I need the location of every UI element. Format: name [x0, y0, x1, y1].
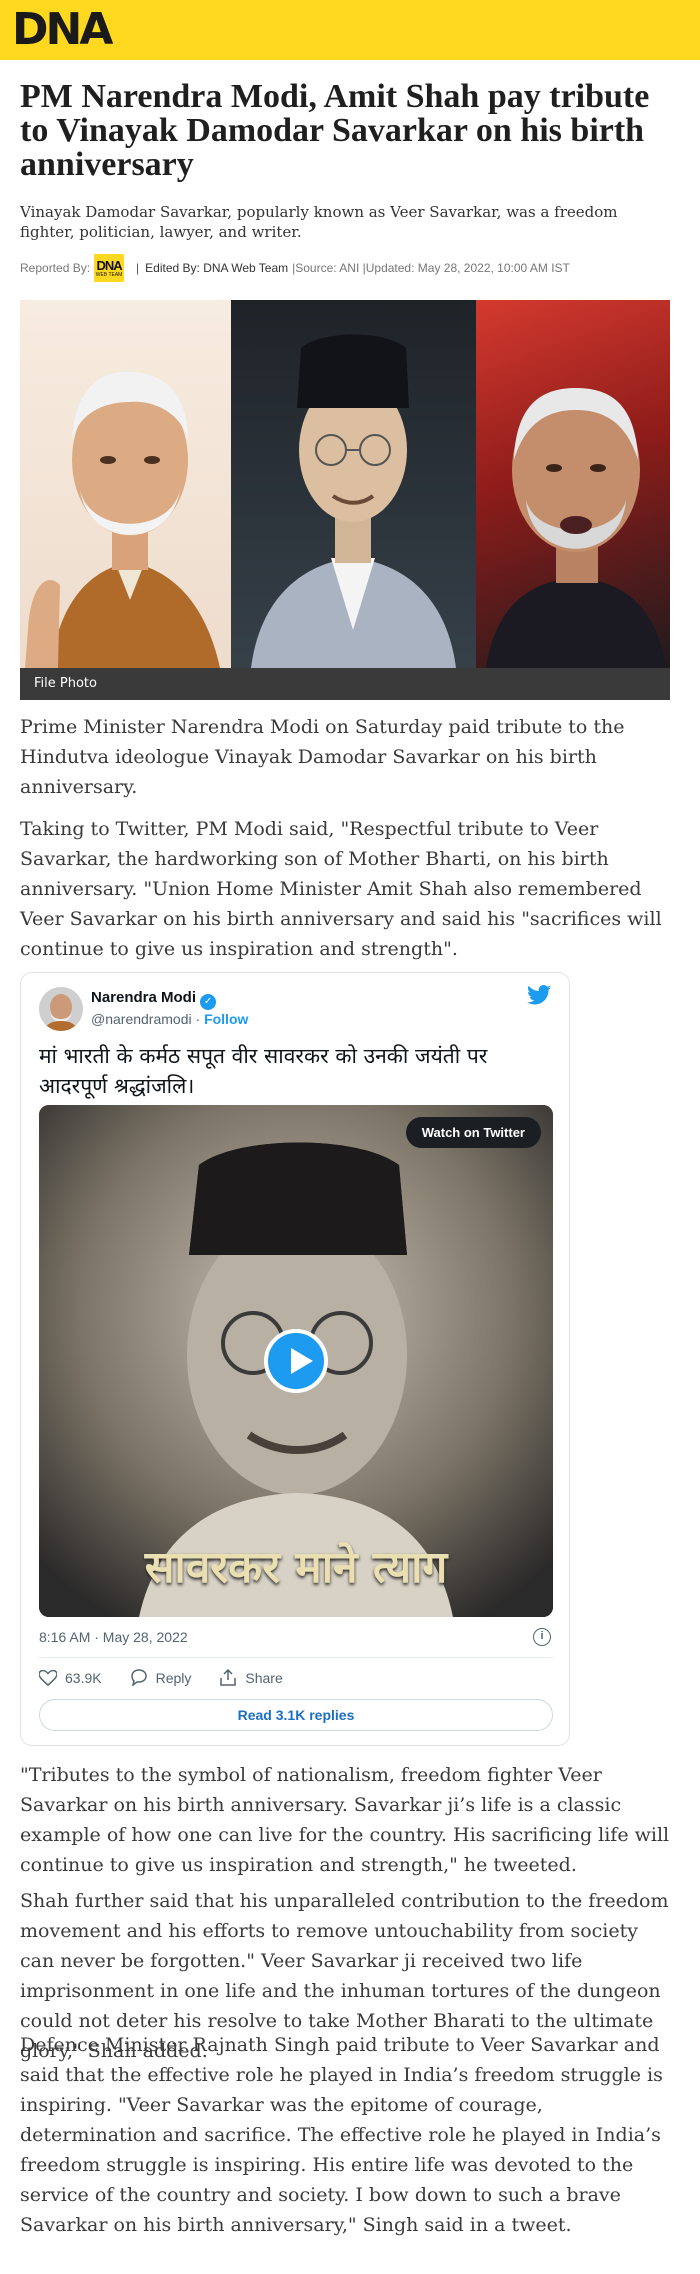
tweet-divider: [39, 1657, 553, 1658]
hero-portrait-right: [476, 300, 670, 668]
edited-by: Edited By: DNA Web Team: [145, 261, 289, 275]
article-headline: PM Narendra Modi, Amit Shah pay tribute …: [20, 78, 650, 183]
play-icon[interactable]: [264, 1329, 328, 1393]
heart-icon: [39, 1669, 57, 1686]
dna-logo[interactable]: DNA: [12, 6, 113, 54]
follow-button[interactable]: Follow: [204, 1011, 248, 1027]
hero-caption: File Photo: [20, 668, 670, 700]
embedded-tweet: Narendra Modi ✓ @narendramodi · Follow मा…: [20, 972, 570, 1746]
share-button[interactable]: Share: [219, 1669, 283, 1686]
tweet-text: मां भारती के कर्मठ सपूत वीर सावरकर को उन…: [39, 1044, 488, 1098]
site-header: DNA: [0, 0, 700, 60]
tweet-dot: ·: [195, 1011, 201, 1027]
reply-icon: [130, 1669, 147, 1686]
article-paragraph: Defence Minister Rajnath Singh paid trib…: [20, 2034, 663, 2236]
author-badge[interactable]: DNA WEB TEAM: [94, 254, 125, 282]
article-paragraph: Prime Minister Narendra Modi on Saturday…: [20, 716, 625, 798]
article-meta: Reported By: DNA WEB TEAM | Edited By: D…: [20, 254, 670, 282]
author-badge-sub: WEB TEAM: [95, 271, 123, 278]
article-paragraph: "Tributes to the symbol of nationalism, …: [20, 1764, 670, 1876]
tweet-author-name[interactable]: Narendra Modi ✓: [91, 989, 217, 1010]
source-updated: |Source: ANI |Updated: May 28, 2022, 10:…: [292, 261, 570, 275]
tweet-timestamp[interactable]: 8:16 AM · May 28, 2022: [39, 1629, 188, 1645]
verified-badge-icon: ✓: [200, 994, 217, 1010]
read-replies-button[interactable]: Read 3.1K replies: [39, 1699, 553, 1731]
share-label: Share: [245, 1669, 283, 1686]
author-badge-main: DNA: [96, 257, 122, 273]
like-button[interactable]: 63.9K: [39, 1669, 102, 1686]
reply-button[interactable]: Reply: [130, 1669, 192, 1686]
tweet-video[interactable]: Watch on Twitter सावरकर माने त्याग: [39, 1105, 553, 1617]
meta-separator: |: [136, 261, 140, 275]
tweet-handle-row: @narendramodi · Follow: [91, 1011, 248, 1027]
like-count: 63.9K: [65, 1669, 102, 1686]
tweet-handle[interactable]: @narendramodi: [91, 1011, 192, 1027]
reported-by-label: Reported By:: [20, 261, 91, 275]
info-icon[interactable]: i: [533, 1628, 551, 1646]
reply-label: Reply: [155, 1669, 192, 1686]
share-icon: [220, 1669, 237, 1686]
article-summary: Vinayak Damodar Savarkar, popularly know…: [20, 203, 618, 241]
hero-portrait-center: [231, 300, 476, 668]
watch-on-twitter-button[interactable]: Watch on Twitter: [405, 1117, 541, 1148]
article-paragraph: Taking to Twitter, PM Modi said, "Respec…: [20, 818, 662, 960]
twitter-bird-icon[interactable]: [527, 985, 551, 1010]
video-overlay-text: सावरकर माने त्याग: [144, 1542, 448, 1593]
tweet-author-name-text: Narendra Modi: [91, 989, 197, 1006]
tweet-avatar[interactable]: [39, 987, 83, 1031]
hero-portrait-left: [20, 300, 231, 668]
tweet-actions: 63.9K Reply Share: [39, 1669, 311, 1686]
hero-image: [20, 300, 670, 668]
